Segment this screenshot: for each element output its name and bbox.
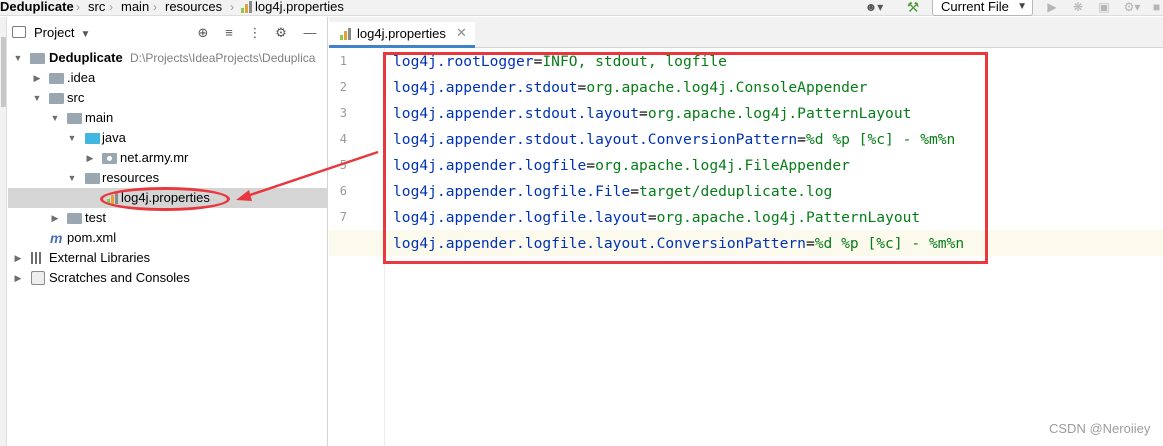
tree-item-java[interactable]: ▼ java [8, 128, 328, 148]
folder-icon [30, 53, 45, 64]
user-icon[interactable]: ☻▾ [864, 0, 884, 15]
breadcrumb-separator-icon: › [153, 0, 157, 14]
tree-item-resources[interactable]: ▼ resources [8, 168, 328, 188]
editor-tab-log4j-properties[interactable]: log4j.properties ✕ [329, 22, 475, 48]
watermark: CSDN @Neroiiey [1049, 421, 1151, 436]
build-hammer-icon[interactable]: ⚒ [905, 0, 921, 15]
scratches-icon [31, 271, 45, 285]
tree-item-idea[interactable]: ▶ .idea [8, 68, 328, 88]
folder-icon [49, 93, 64, 104]
minimize-icon[interactable]: — [302, 25, 318, 41]
coverage-icon[interactable]: ▣ [1097, 0, 1111, 15]
tree-item-external-libraries[interactable]: ▶ External Libraries [8, 248, 328, 268]
tree-item-label: main [85, 110, 114, 125]
tree-item-label: .idea [67, 70, 96, 85]
source-folder-icon [85, 133, 100, 144]
chevron-down-icon: ▼ [1017, 1, 1027, 12]
breadcrumb-separator-icon: › [230, 0, 234, 14]
tree-item-label: test [85, 210, 106, 225]
tree-item-scratches[interactable]: ▶ Scratches and Consoles [8, 268, 328, 288]
code-highlight-box [383, 52, 988, 264]
navigation-bar: Deduplicate › src › main › resources › l… [0, 0, 1163, 16]
chevron-right-icon[interactable]: ▶ [85, 148, 95, 168]
breadcrumb-src[interactable]: src [88, 0, 105, 15]
tree-item-package[interactable]: ▶ net.army.mr [8, 148, 328, 168]
editor-tab-bar: log4j.properties ✕ [329, 17, 1163, 48]
chevron-right-icon[interactable]: ▶ [50, 208, 60, 228]
line-number: 7 [339, 210, 347, 224]
collapse-all-icon[interactable]: ≡ [221, 25, 237, 41]
line-number: 6 [339, 184, 347, 198]
tree-item-test[interactable]: ▶ test [8, 208, 328, 228]
tool-window-stripe [0, 17, 7, 446]
file-highlight-ellipse [100, 187, 230, 211]
run-configuration-label: Current File [941, 0, 1009, 14]
run-configuration-dropdown[interactable]: Current File ▼ [932, 0, 1033, 16]
libraries-icon [30, 252, 44, 264]
editor-tab-label: log4j.properties [357, 26, 446, 41]
chevron-down-icon: ▼ [80, 29, 91, 40]
close-icon[interactable]: ✕ [456, 25, 467, 41]
tree-item-project-root[interactable]: ▼ Deduplicate D:\Projects\IdeaProjects\D… [8, 48, 328, 68]
line-number: 5 [339, 158, 347, 172]
chevron-right-icon[interactable]: ▶ [13, 248, 23, 268]
chevron-down-icon[interactable]: ▼ [32, 88, 42, 108]
line-number: 2 [339, 80, 347, 94]
run-icon[interactable]: ▶ [1045, 0, 1059, 15]
project-tool-button[interactable] [1, 37, 6, 107]
line-number: 3 [339, 106, 347, 120]
chevron-right-icon[interactable]: ▶ [13, 268, 23, 288]
tree-item-label: resources [102, 170, 160, 185]
properties-file-icon [241, 1, 253, 13]
chevron-right-icon[interactable]: ▶ [32, 68, 42, 88]
tree-item-label: src [67, 90, 85, 105]
tree-item-label: pom.xml [67, 230, 117, 245]
breadcrumb-separator-icon: › [76, 0, 80, 14]
tree-item-label: External Libraries [49, 250, 151, 265]
project-panel-header: Project ▼ ⊕ ≡ ⋮ ⚙ — [8, 20, 328, 46]
maven-icon: m [50, 230, 63, 246]
folder-icon [49, 73, 64, 84]
breadcrumb-separator-icon: › [109, 0, 113, 14]
chevron-down-icon[interactable]: ▼ [13, 48, 23, 68]
tree-item-label: Deduplicate [49, 50, 123, 65]
expand-all-icon[interactable]: ⋮ [247, 25, 263, 41]
line-number: 1 [339, 54, 347, 68]
chevron-down-icon[interactable]: ▼ [50, 108, 60, 128]
tree-item-path-hint: D:\Projects\IdeaProjects\Deduplica [130, 51, 316, 65]
gear-icon[interactable]: ⚙ [273, 25, 289, 41]
line-number: 4 [339, 132, 347, 146]
properties-file-icon [340, 28, 352, 40]
tree-item-src[interactable]: ▼ src [8, 88, 328, 108]
breadcrumb-resources[interactable]: resources [165, 0, 222, 15]
stop-icon[interactable]: ■ [1150, 0, 1163, 15]
package-icon [102, 153, 117, 164]
chevron-down-icon[interactable]: ▼ [67, 168, 77, 188]
resources-folder-icon [85, 173, 100, 184]
tree-item-main[interactable]: ▼ main [8, 108, 328, 128]
project-view-selector[interactable]: Project ▼ [12, 20, 90, 46]
breadcrumb-file[interactable]: log4j.properties [255, 0, 344, 15]
project-view-icon [12, 26, 26, 38]
project-view-label: Project [34, 25, 75, 40]
tree-item-label: Scratches and Consoles [49, 270, 190, 285]
profile-icon[interactable]: ⚙▾ [1123, 0, 1141, 15]
chevron-down-icon[interactable]: ▼ [67, 128, 77, 148]
project-tool-window: Project ▼ ⊕ ≡ ⋮ ⚙ — ▼ Deduplicate D:\Proj… [8, 17, 328, 446]
debug-icon[interactable]: ❋ [1071, 0, 1085, 15]
breadcrumb-project[interactable]: Deduplicate [0, 0, 74, 15]
tree-item-pom[interactable]: m pom.xml [8, 228, 328, 248]
locate-file-icon[interactable]: ⊕ [195, 25, 211, 41]
tree-item-label: net.army.mr [120, 150, 189, 165]
folder-icon [67, 113, 82, 124]
breadcrumb-main[interactable]: main [121, 0, 149, 15]
folder-icon [67, 213, 82, 224]
tree-item-label: java [102, 130, 126, 145]
